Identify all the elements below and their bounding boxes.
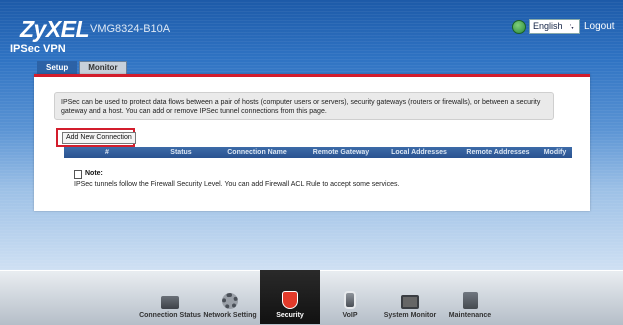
brand-logo: ZyXEL <box>20 16 90 42</box>
page-title: IPSec VPN <box>10 43 66 55</box>
nav-label: VoIP <box>342 312 358 319</box>
language-value: English <box>533 21 563 31</box>
logout-button[interactable]: Logout <box>566 20 615 33</box>
globe-icon <box>512 19 526 34</box>
nav-network-setting[interactable]: Network Setting <box>200 270 260 324</box>
nav-security[interactable]: Security <box>260 270 320 324</box>
nav-voip[interactable]: VoIP <box>320 270 380 324</box>
tab-bar: Setup Monitor <box>37 61 127 75</box>
logout-label: Logout <box>584 21 615 32</box>
nav-connection-status[interactable]: Connection Status <box>139 270 201 324</box>
column-header-connection-name: Connection Name <box>227 149 287 156</box>
nav-system-monitor[interactable]: System Monitor <box>380 270 440 324</box>
description-box: IPSec can be used to protect data flows … <box>54 92 554 120</box>
column-header-local-addresses: Local Addresses <box>391 149 447 156</box>
shield-icon <box>282 291 298 309</box>
note-text: IPSec tunnels follow the Firewall Securi… <box>74 181 400 188</box>
gear-icon <box>222 293 238 309</box>
logout-icon <box>566 20 579 33</box>
nav-label: Security <box>276 312 304 319</box>
nav-maintenance[interactable]: Maintenance <box>440 270 500 324</box>
nav-label: Connection Status <box>139 312 201 319</box>
connections-table-header: # Status Connection Name Remote Gateway … <box>64 147 572 158</box>
column-header-number: # <box>105 149 109 156</box>
column-header-remote-addresses: Remote Addresses <box>466 149 530 156</box>
add-new-connection-button[interactable]: Add New Connection <box>62 132 136 144</box>
main-navigation: Connection Status Network Setting Securi… <box>139 270 500 324</box>
nav-label: Maintenance <box>448 312 492 319</box>
nav-label: System Monitor <box>383 312 437 319</box>
content-panel: IPSec can be used to protect data flows … <box>34 74 590 211</box>
note-icon <box>74 170 82 179</box>
note-label: Note: <box>85 170 103 177</box>
column-header-status: Status <box>170 149 192 156</box>
maintenance-icon <box>462 292 478 309</box>
tab-monitor[interactable]: Monitor <box>79 61 127 75</box>
tab-setup[interactable]: Setup <box>37 61 78 75</box>
phone-icon <box>344 291 356 309</box>
column-header-remote-gateway: Remote Gateway <box>312 149 370 156</box>
model-name: VMG8324-B10A <box>90 23 171 35</box>
monitor-icon <box>401 295 419 309</box>
nav-label: Network Setting <box>203 312 257 319</box>
connection-status-icon <box>161 296 179 309</box>
column-header-modify: Modify <box>543 149 567 156</box>
